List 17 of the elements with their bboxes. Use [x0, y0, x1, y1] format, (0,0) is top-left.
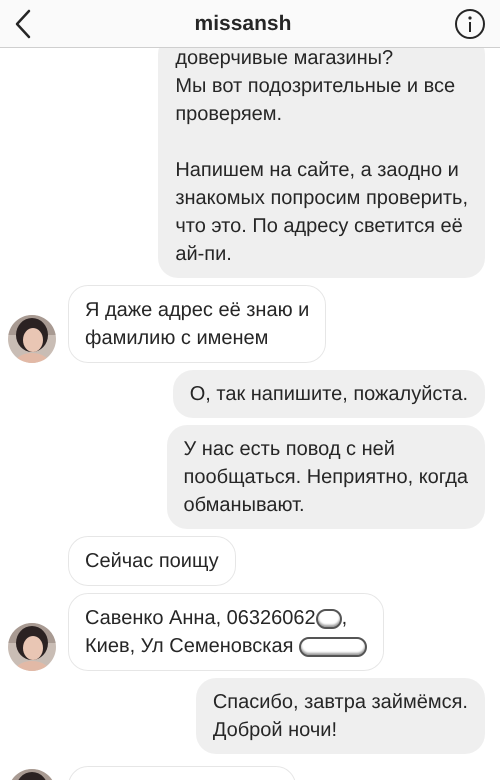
- chat-title: missansh: [194, 10, 292, 36]
- back-icon[interactable]: [14, 8, 32, 38]
- message-text: доверчивые магазины? Мы вот подозрительные и все проверяем.: [175, 46, 456, 127]
- message-text: Савенко Анна, 06326062: [85, 607, 316, 629]
- message-text: Киев, Ул Семеновская: [85, 635, 294, 657]
- message-text: Я даже адрес её знаю и фамилию с именем: [85, 298, 310, 351]
- avatar[interactable]: [8, 315, 56, 363]
- message-text: Сейчас поищу: [85, 549, 219, 574]
- message-text: У нас есть повод с ней пообщаться. Неприятно, когда обманывают.: [184, 437, 468, 518]
- avatar[interactable]: [8, 623, 56, 671]
- message-text: Спасибо, завтра займёмся. Доброй ночи!: [212, 690, 468, 743]
- message-text: Напишем на сайте, а заодно и знакомых попросим проверить, что это. По адресу светится её ай-пи.: [175, 158, 468, 267]
- message-text: О, так напишите, пожалуйста.: [190, 382, 468, 407]
- info-icon[interactable]: [454, 8, 486, 40]
- message-text: ,: [342, 607, 348, 629]
- redaction-mark: [298, 636, 367, 657]
- redaction-mark: [316, 608, 342, 629]
